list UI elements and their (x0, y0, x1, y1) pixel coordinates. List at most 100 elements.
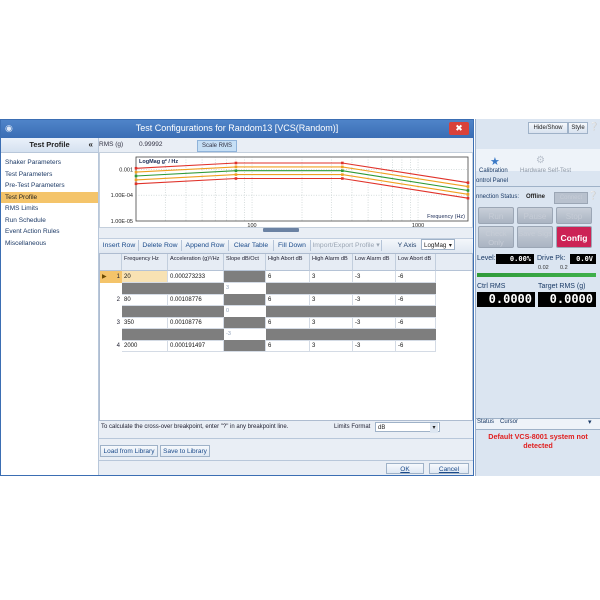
segment-slope[interactable]: 3 (224, 283, 268, 294)
segment-slope[interactable]: 0 (224, 306, 268, 317)
drive-pk-value: 0.0V (570, 254, 596, 264)
cancel-button[interactable]: Cancel (429, 463, 469, 474)
series-point (341, 177, 344, 180)
table-cell-freq[interactable]: 2000 (122, 340, 168, 352)
table-cell-low-alarm[interactable]: -3 (353, 271, 396, 283)
y-tick-label: 1.00E-04 (111, 193, 133, 199)
hardware-self-test-button[interactable]: Hardware Self-Test (520, 168, 571, 174)
target-rms-label: Target RMS (g) (538, 283, 586, 290)
tab-cursor[interactable]: Cursor (500, 419, 518, 425)
series-point (466, 193, 470, 196)
table-cell-slope[interactable] (224, 340, 266, 352)
level-label: Level: (477, 255, 496, 262)
segment-slope[interactable]: -3 (224, 329, 268, 340)
series-point (466, 185, 470, 188)
hardware-self-test-icon: ⚙ (536, 155, 545, 166)
append-row-button[interactable]: Append Row (182, 240, 229, 251)
hide-show-button[interactable]: Hide/Show (528, 122, 568, 134)
left-nav-header: Test Profile « (1, 138, 98, 153)
table-cell-high-alarm[interactable]: 3 (310, 271, 353, 283)
profile-table: Frequency Hz Acceleration (g)²/Hz Slope … (99, 253, 473, 421)
pause-button[interactable]: Pause (517, 207, 553, 224)
splitter-handle[interactable] (263, 228, 299, 232)
close-button[interactable]: ✖ (449, 122, 469, 135)
series-point (466, 196, 470, 200)
ok-button[interactable]: OK (386, 463, 424, 474)
dialog-titlebar[interactable]: ◉ Test Configurations for Random13 [VCS(… (1, 120, 473, 138)
table-cell-low-abort[interactable]: -6 (396, 271, 436, 283)
table-cell-high-abort[interactable]: 6 (266, 271, 310, 283)
table-cell-low-abort[interactable]: -6 (396, 317, 436, 329)
nav-item-run-schedule[interactable]: Run Schedule (1, 215, 98, 227)
fill-down-button[interactable]: Fill Down (274, 240, 311, 251)
table-cell-low-alarm[interactable]: -3 (353, 317, 396, 329)
table-cell-high-alarm[interactable]: 3 (310, 340, 353, 352)
table-cell-accel[interactable]: 0.000273233 (168, 271, 224, 283)
target-rms-value: 0.0000 (538, 292, 596, 307)
limits-format-select[interactable]: dB ▾ (375, 422, 440, 433)
help-icon[interactable]: ❔ (589, 122, 599, 131)
chevron-down-icon: ▾ (430, 423, 438, 433)
run-button[interactable]: Run (478, 207, 514, 224)
table-cell-slope[interactable] (224, 271, 266, 283)
table-cell-high-abort[interactable]: 6 (266, 294, 310, 306)
save-sigs-button[interactable]: Save Sigs (517, 226, 553, 248)
nav-item-test-parameters[interactable]: Test Parameters (1, 169, 98, 181)
table-cell-high-abort[interactable]: 6 (266, 317, 310, 329)
table-cell-accel[interactable]: 0.00108776 (168, 317, 224, 329)
delete-row-button[interactable]: Delete Row (139, 240, 182, 251)
header-slope: Slope dB/Oct (224, 254, 266, 271)
ctrl-rms-value: 0.0000 (477, 292, 535, 307)
row-number: 3 (116, 320, 120, 326)
table-cell-accel[interactable]: 0.00108776 (168, 294, 224, 306)
nav-item-rms-limits[interactable]: RMS Limits (1, 203, 98, 215)
style-button[interactable]: Style (568, 122, 588, 134)
table-cell-low-alarm[interactable]: -3 (353, 340, 396, 352)
save-to-library-button[interactable]: Save to Library (160, 445, 210, 457)
table-cell-freq[interactable]: 20 (122, 271, 168, 283)
control-side-panel: Hide/Show Style ❔ ★ ⚙ Calibration Hardwa… (475, 119, 600, 476)
info-icon[interactable]: ❔ (588, 191, 598, 200)
clear-table-button[interactable]: Clear Table (229, 240, 274, 251)
table-cell-accel[interactable]: 0.000191497 (168, 340, 224, 352)
table-cell-freq[interactable]: 350 (122, 317, 168, 329)
table-cell-high-alarm[interactable]: 3 (310, 294, 353, 306)
nav-item-miscellaneous[interactable]: Miscellaneous (1, 238, 98, 250)
check-only-button[interactable]: Check Only (478, 226, 514, 248)
x-axis-label: Frequency (Hz) (427, 214, 465, 220)
y-axis-select[interactable]: LogMag ▾ (421, 239, 455, 250)
table-cell-low-abort[interactable]: -6 (396, 340, 436, 352)
limits-format-label: Limits Format (334, 424, 371, 430)
calibration-button[interactable]: Calibration (479, 168, 508, 174)
chevron-down-icon[interactable]: ▾ (588, 418, 592, 426)
import-export-profile-button[interactable]: Import/Export Profile ▾ (311, 240, 382, 251)
footer-divider (99, 438, 473, 439)
import-export-label: Import/Export Profile (312, 242, 375, 249)
series-point (134, 174, 138, 178)
nav-item-shaker-parameters[interactable]: Shaker Parameters (1, 157, 98, 169)
connect-button[interactable]: Connect (554, 192, 588, 204)
nav-item-test-profile[interactable]: Test Profile (1, 191, 98, 203)
table-cell-freq[interactable]: 80 (122, 294, 168, 306)
table-cell-slope[interactable] (224, 294, 266, 306)
scale-rms-button[interactable]: Scale RMS (197, 140, 237, 152)
insert-row-button[interactable]: Insert Row (100, 240, 139, 251)
table-cell-high-abort[interactable]: 6 (266, 340, 310, 352)
nav-item-pre-test-parameters[interactable]: Pre-Test Parameters (1, 180, 98, 192)
table-cell-high-alarm[interactable]: 3 (310, 317, 353, 329)
nav-item-event-action-rules[interactable]: Event Action Rules (1, 226, 98, 238)
series-point (234, 173, 238, 176)
calibration-icon: ★ (490, 156, 500, 168)
level-value: 0.00% (496, 254, 534, 264)
table-cell-low-alarm[interactable]: -3 (353, 294, 396, 306)
drive-pk-label: Drive Pk: (537, 255, 566, 262)
table-cell-slope[interactable] (224, 317, 266, 329)
load-from-library-button[interactable]: Load from Library (100, 445, 158, 457)
table-cell-low-abort[interactable]: -6 (396, 294, 436, 306)
stop-button[interactable]: Stop (556, 207, 592, 224)
tab-status[interactable]: Status (477, 419, 494, 425)
config-button[interactable]: Config (556, 226, 592, 248)
collapse-icon[interactable]: « (89, 138, 93, 152)
rms-label: RMS (g) (99, 141, 124, 148)
series-point (134, 178, 138, 182)
